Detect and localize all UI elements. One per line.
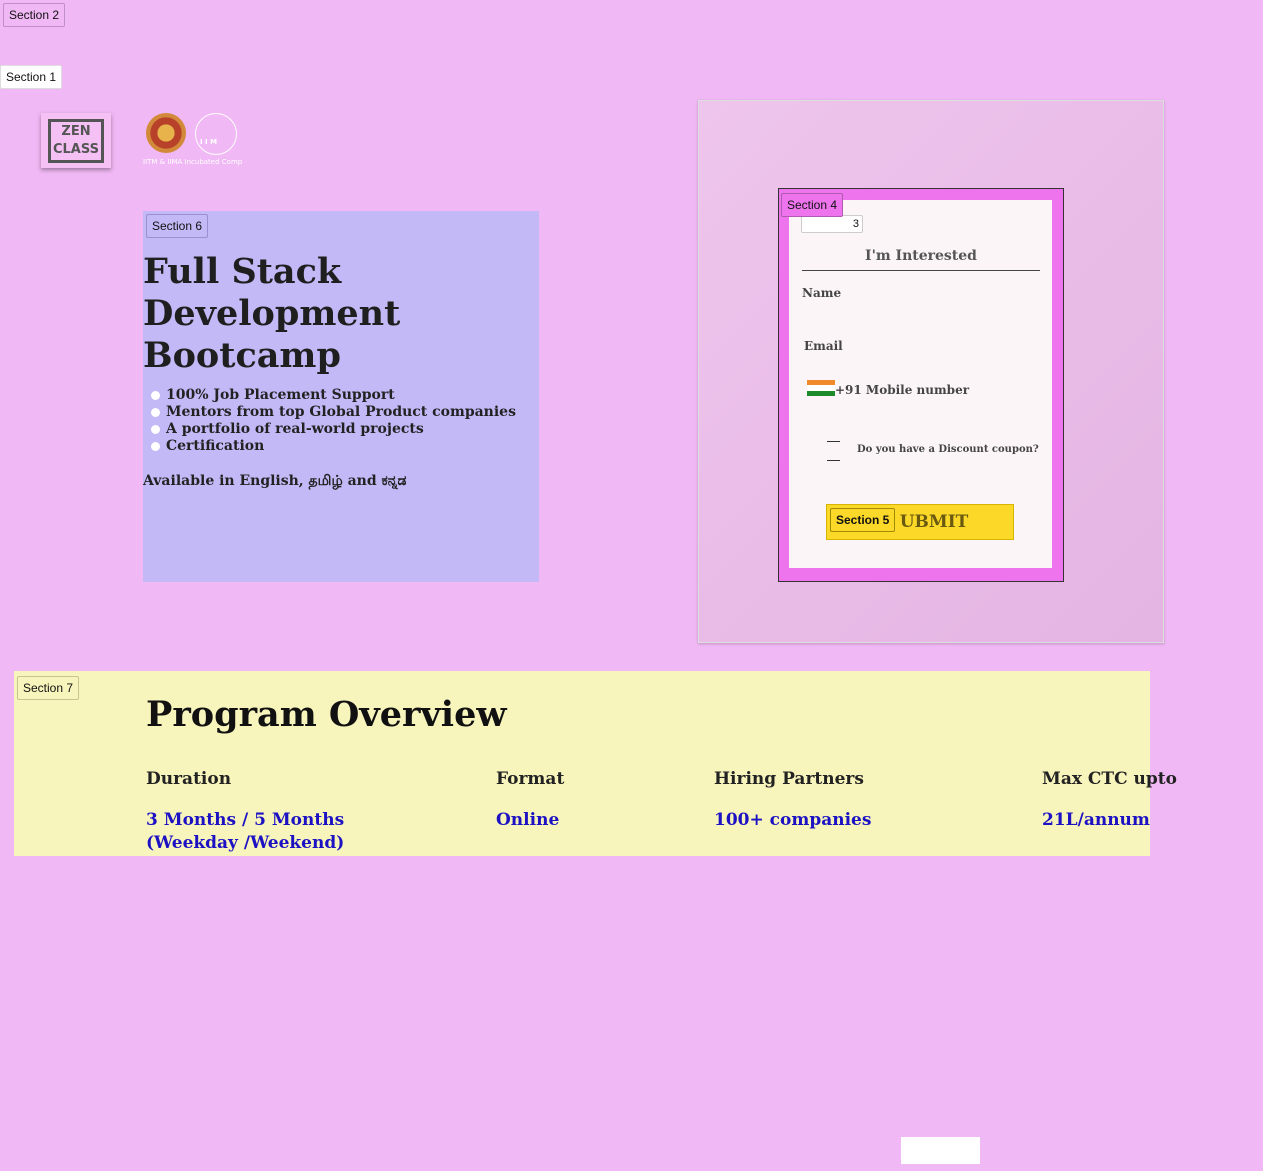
overview-hiring-partners: Hiring Partners 100+ companies <box>714 769 871 832</box>
bullet-icon <box>151 408 160 417</box>
overview-max-ctc: Max CTC upto 21L/annum <box>1042 769 1177 832</box>
feature-text: Mentors from top Global Product companie… <box>166 404 516 420</box>
section-5-label: Section 5 <box>830 508 896 532</box>
section-1-label: Section 1 <box>0 65 63 89</box>
overview-heading: Max CTC upto <box>1042 769 1177 789</box>
overview-value: 100+ companies <box>714 810 872 830</box>
overview-value: Online <box>496 810 560 830</box>
zen-class-logo-mark: ZEN CLASS <box>48 118 104 163</box>
overview-duration: Duration 3 Months / 5 Months (Weekday /W… <box>146 769 366 855</box>
name-field[interactable]: Name <box>802 286 841 300</box>
iitm-seal-icon <box>146 113 186 153</box>
email-field[interactable]: Email <box>804 339 843 353</box>
coupon-label: Do you have a Discount coupon? <box>857 444 1039 455</box>
overview-heading: Hiring Partners <box>714 769 864 789</box>
logo-line-2: CLASS <box>52 141 100 157</box>
lead-form-panel: Section 4 3 I'm Interested Name Email +9… <box>698 100 1164 643</box>
form-card: 3 I'm Interested Name Email +91 Mobile n… <box>789 200 1052 568</box>
list-item: A portfolio of real-world projects <box>151 421 516 438</box>
list-item: 100% Job Placement Support <box>151 387 516 404</box>
bullet-icon <box>151 425 160 434</box>
india-flag-icon[interactable] <box>807 380 835 396</box>
form-title: I'm Interested <box>802 248 1040 271</box>
submit-button[interactable]: Section 5 UBMIT <box>826 504 1014 540</box>
overview-heading: Duration <box>146 769 232 789</box>
incubated-caption: IITM & IIMA Incubated Comp <box>143 158 243 166</box>
overview-heading: Format <box>496 769 565 789</box>
program-overview-section: Section 7 Program Overview Duration 3 Mo… <box>14 671 1177 856</box>
submit-label: UBMIT <box>899 512 969 532</box>
section-6-label: Section 6 <box>146 214 209 238</box>
page-title: Full Stack Development Bootcamp <box>143 251 401 376</box>
floating-widget[interactable] <box>901 1137 980 1164</box>
feature-text: 100% Job Placement Support <box>166 387 395 403</box>
languages-text: Available in English, தமிழ் and ಕನ್ನಡ <box>143 473 407 489</box>
feature-text: Certification <box>166 438 265 454</box>
logo-line-1: ZEN <box>61 123 91 139</box>
feature-list: 100% Job Placement Support Mentors from … <box>151 387 516 455</box>
list-item: Certification <box>151 438 516 455</box>
overview-format: Format Online <box>496 769 564 832</box>
iim-seal-text: I I M <box>200 138 218 146</box>
section-7-label: Section 7 <box>17 676 80 700</box>
section-4-label: Section 4 <box>781 193 844 217</box>
coupon-checkbox[interactable] <box>827 441 840 461</box>
list-item: Mentors from top Global Product companie… <box>151 404 516 421</box>
mobile-number-field[interactable]: +91 Mobile number <box>835 383 969 397</box>
section-2-label: Section 2 <box>3 3 66 27</box>
section-3-label: 3 <box>801 215 863 233</box>
iim-seal-icon: I I M <box>195 113 237 155</box>
hero-section: Section 6 Full Stack Development Bootcam… <box>143 211 539 582</box>
bullet-icon <box>151 442 160 451</box>
form-container: Section 4 3 I'm Interested Name Email +9… <box>778 188 1064 582</box>
overview-value: 21L/annum <box>1042 810 1150 830</box>
overview-value: 3 Months / 5 Months (Weekday /Weekend) <box>146 810 345 853</box>
bullet-icon <box>151 391 160 400</box>
zen-class-logo[interactable]: ZEN CLASS <box>41 113 111 168</box>
overview-title: Program Overview <box>146 694 507 735</box>
feature-text: A portfolio of real-world projects <box>166 421 424 437</box>
